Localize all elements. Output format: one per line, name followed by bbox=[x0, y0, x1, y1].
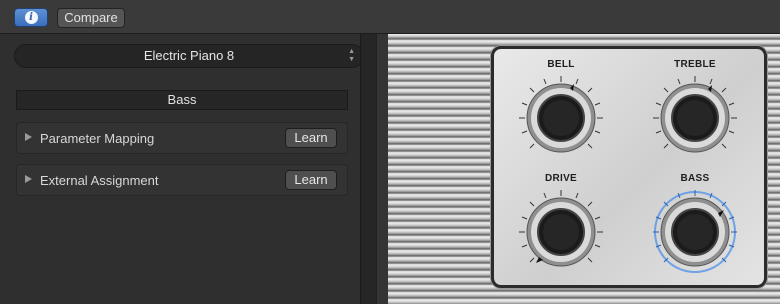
external-assignment-row[interactable]: External Assignment Learn bbox=[16, 164, 348, 196]
preset-name: Electric Piano 8 bbox=[143, 48, 235, 63]
external-assignment-learn-button[interactable]: Learn bbox=[285, 170, 337, 190]
disclosure-triangle-icon[interactable] bbox=[25, 133, 32, 141]
info-icon: i bbox=[24, 11, 38, 24]
treble-knob[interactable] bbox=[650, 73, 740, 163]
parameter-mapping-label: Parameter Mapping bbox=[40, 131, 155, 146]
instrument-frame-edge bbox=[376, 34, 388, 304]
compare-button[interactable]: Compare bbox=[57, 8, 125, 28]
external-assignment-label: External Assignment bbox=[40, 173, 159, 188]
bell-knob[interactable] bbox=[516, 73, 606, 163]
panel-divider[interactable] bbox=[360, 34, 376, 304]
up-down-arrows-icon: ▲ ▼ bbox=[348, 48, 355, 63]
controls-panel: Electric Piano 8 ▲ ▼ Bass Parameter Mappi… bbox=[0, 34, 376, 304]
section-title: Bass bbox=[16, 90, 348, 110]
bass-knob[interactable] bbox=[650, 187, 740, 277]
preset-selector[interactable]: Electric Piano 8 ▲ ▼ bbox=[14, 44, 364, 68]
bass-knob-label: BASS bbox=[680, 173, 710, 184]
parameter-mapping-learn-button[interactable]: Learn bbox=[285, 128, 337, 148]
drive-knob-label: DRIVE bbox=[544, 173, 578, 184]
treble-knob-label: TREBLE bbox=[674, 59, 716, 70]
parameter-mapping-row[interactable]: Parameter Mapping Learn bbox=[16, 122, 348, 154]
info-button[interactable]: i bbox=[14, 8, 48, 27]
drive-knob[interactable] bbox=[516, 187, 606, 277]
toolbar: i Compare bbox=[0, 0, 780, 34]
disclosure-triangle-icon[interactable] bbox=[25, 175, 32, 183]
bell-knob-label: BELL bbox=[547, 59, 575, 70]
